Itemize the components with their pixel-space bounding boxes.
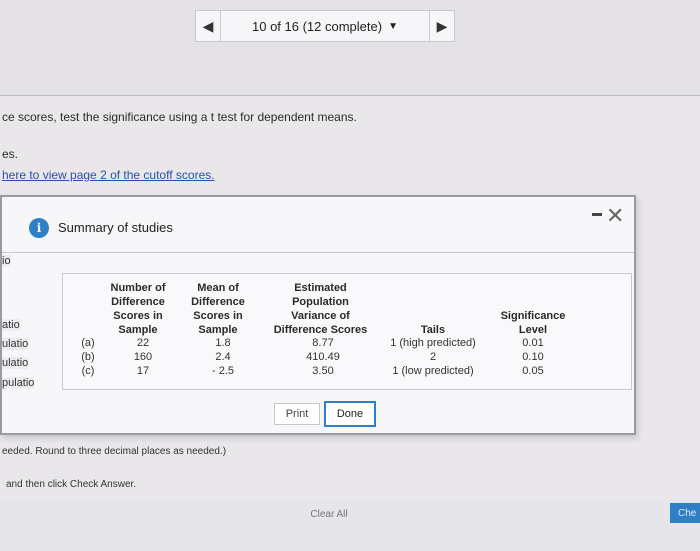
tails-value: 1 (low predicted) [392, 365, 474, 377]
significance-value: 0.05 [522, 365, 544, 377]
minimize-icon[interactable] [592, 213, 602, 216]
n-value: 17 [136, 365, 150, 377]
summary-table: Number of Difference Scores in Sample Me… [62, 273, 632, 390]
dialog-header: i Summary of studies ✕ [2, 197, 634, 253]
question-navigator: ◀ 10 of 16 (12 complete) ▼ ▶ [195, 10, 455, 42]
dialog-title: Summary of studies [58, 220, 173, 235]
significance-value: 0.01 [522, 337, 544, 349]
summary-dialog: i Summary of studies ✕ io atio ulatio ul… [0, 195, 636, 435]
significance-value: 0.10 [522, 351, 544, 363]
column-header-n: Number of Difference Scores in Sample [110, 282, 166, 336]
mean-value: 1.8 [215, 337, 231, 349]
instruction-text: and then click Check Answer. [6, 479, 137, 490]
tails-value: 1 (high predicted) [390, 337, 476, 349]
background-fragment: ulatio [2, 338, 29, 350]
chevron-down-icon: ▼ [388, 20, 398, 32]
next-question-icon[interactable]: ▶ [430, 18, 454, 35]
background-fragment: ulatio [2, 357, 29, 369]
done-button[interactable]: Done [324, 401, 376, 427]
variance-value: 410.49 [306, 351, 340, 363]
question-counter[interactable]: 10 of 16 (12 complete) ▼ [220, 11, 430, 41]
info-icon: i [29, 218, 49, 238]
study-label: (c) [81, 365, 95, 377]
close-icon[interactable]: ✕ [606, 203, 624, 229]
study-label: (b) [81, 351, 95, 363]
column-header-tails: Tails [420, 324, 446, 336]
clear-all-button[interactable]: Clear All [300, 504, 358, 524]
variance-value: 3.50 [312, 365, 334, 377]
column-header-mean: Mean of Difference Scores in Sample [191, 282, 245, 336]
check-answer-button[interactable]: Che [670, 503, 700, 523]
tails-value: 2 [429, 351, 437, 363]
cutoff-scores-link[interactable]: here to view page 2 of the cutoff scores… [2, 168, 215, 182]
mean-value: 2.4 [215, 351, 231, 363]
header-divider [0, 95, 700, 96]
mean-value: - 2.5 [211, 365, 234, 377]
prev-question-icon[interactable]: ◀ [196, 18, 220, 35]
round-note: eeded. Round to three decimal places as … [2, 446, 227, 457]
column-header-variance: Estimated Population Variance of Differe… [273, 282, 368, 336]
column-header-significance: Significance Level [500, 310, 566, 336]
background-fragment: io [2, 255, 11, 267]
question-counter-label: 10 of 16 (12 complete) [252, 18, 383, 34]
n-value: 22 [136, 337, 150, 349]
background-fragment: pulatio [2, 377, 35, 389]
question-text-fragment: es. [2, 147, 19, 161]
question-text: ce scores, test the significance using a… [2, 110, 357, 124]
study-label: (a) [81, 337, 95, 349]
variance-value: 8.77 [312, 337, 334, 349]
print-button[interactable]: Print [274, 403, 320, 425]
n-value: 160 [133, 351, 153, 363]
background-fragment: atio [2, 319, 20, 331]
